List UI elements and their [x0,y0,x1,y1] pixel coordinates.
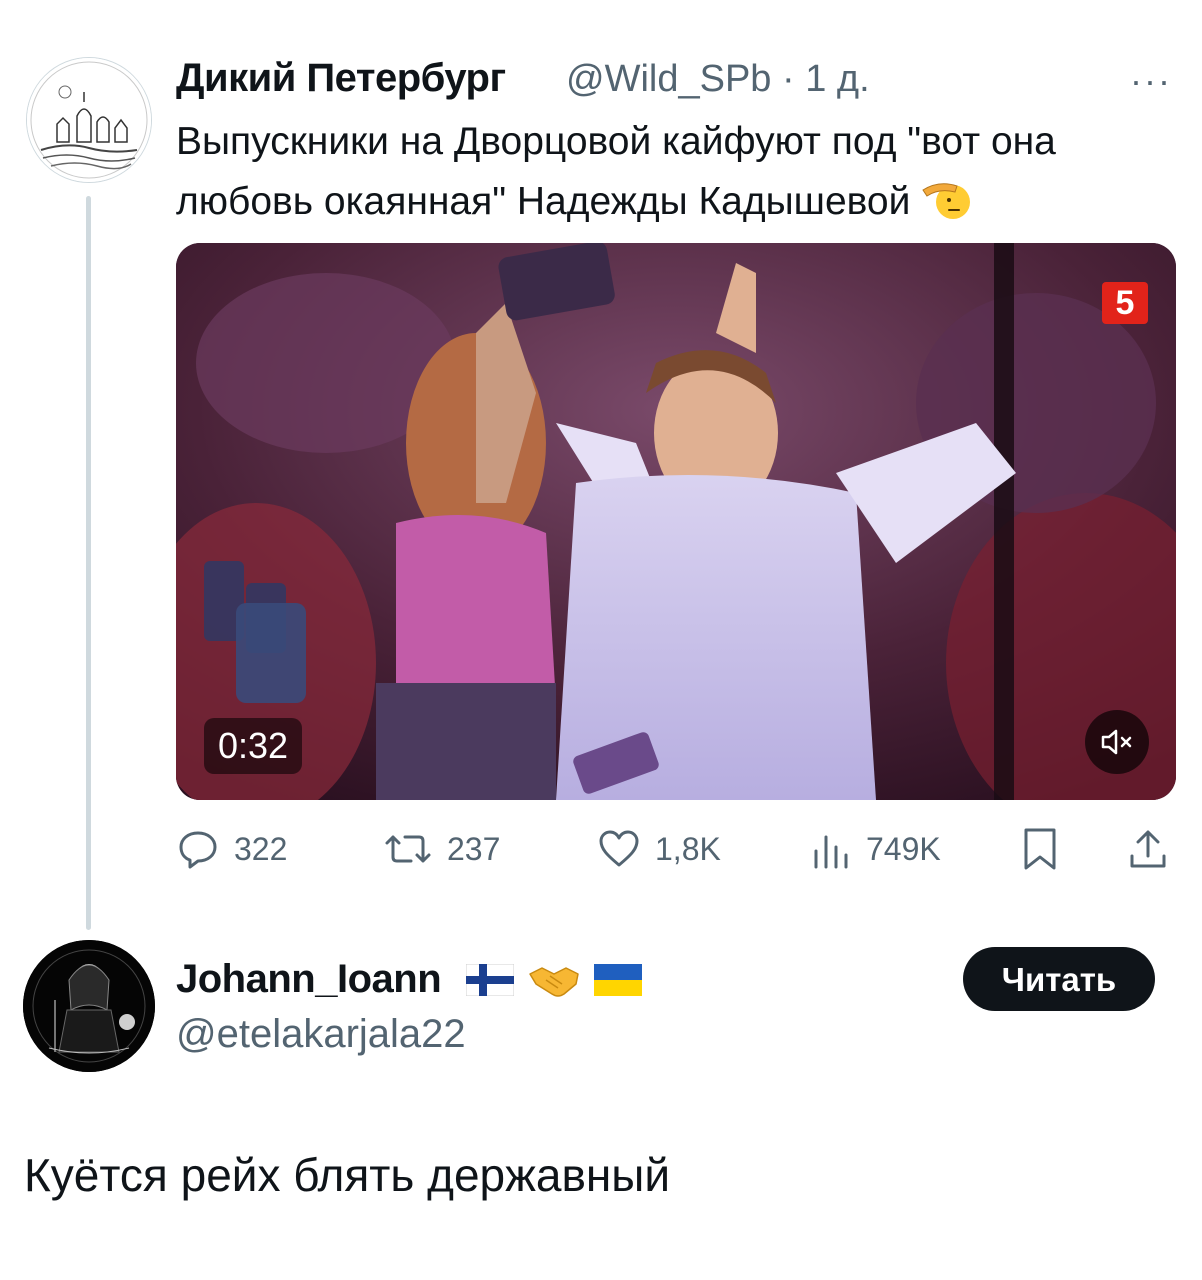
city-sketch-avatar-icon [27,58,151,182]
video-player[interactable]: 5 [176,243,1176,800]
ukraine-flag-icon [594,964,642,996]
author-handle-and-time: @Wild_SPb · 1 д. [566,58,870,101]
dark-figure-avatar-icon [23,940,155,1072]
like-count: 1,8K [655,830,721,867]
video-frame-concert-crowd [176,243,1176,800]
reply-author-avatar[interactable] [23,940,155,1072]
tweet-text: Выпускники на Дворцовой кайфуют под "вот… [176,112,1166,232]
handshake-icon [529,967,579,997]
reply-text: Куётся рейх блять державный [24,1149,671,1201]
saluting-face-emoji-icon [922,183,971,219]
timestamp[interactable]: 1 д. [805,58,869,100]
video-duration-badge: 0:32 [204,718,303,774]
repost-action[interactable]: 237 [383,826,500,872]
views-action[interactable]: 749K [808,826,941,872]
reply-bubble-icon [179,831,217,869]
share-button[interactable] [1126,826,1184,872]
thread-connector-line [86,196,91,930]
author-name[interactable]: Дикий Петербург [176,56,506,101]
repost-count: 237 [447,830,501,867]
share-upload-icon [1130,830,1166,868]
heart-icon [599,830,639,867]
bookmark-icon [1024,828,1056,870]
channel-5-logo: 5 [1102,282,1148,324]
finland-flag-icon [466,964,514,996]
like-action[interactable]: 1,8K [597,826,721,872]
views-bar-chart-icon [814,835,848,869]
author-avatar[interactable] [26,57,152,183]
separator-dot: · [781,58,795,100]
name-emojis [466,960,642,1000]
repost-arrows-icon [385,835,431,863]
reply-action[interactable]: 322 [176,826,287,872]
views-count: 749K [866,830,941,867]
reply-author-handle[interactable]: @etelakarjala22 [176,1012,466,1057]
speaker-muted-icon [1101,729,1132,755]
reply-author-name[interactable]: Johann_Ioann [176,957,442,1002]
reply-count: 322 [234,830,288,867]
mute-toggle-button[interactable] [1085,710,1149,774]
follow-button[interactable]: Читать [963,947,1155,1011]
bookmark-button[interactable] [1018,826,1076,872]
author-handle[interactable]: @Wild_SPb [566,58,771,100]
more-options-icon[interactable]: ··· [1130,60,1172,102]
